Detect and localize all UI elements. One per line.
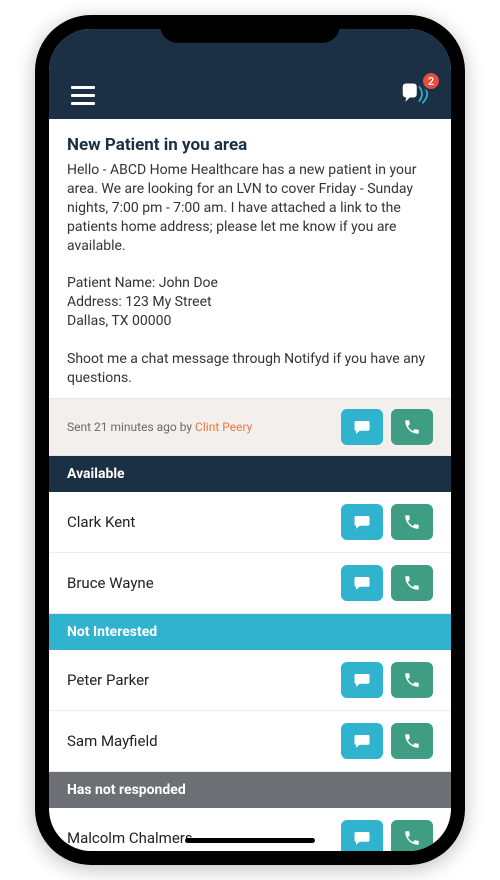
chat-icon xyxy=(353,513,371,531)
phone-icon xyxy=(403,513,421,531)
person-name: Sam Mayfield xyxy=(67,732,158,750)
phone-icon xyxy=(403,732,421,750)
message-body: Hello - ABCD Home Healthcare has a new p… xyxy=(67,161,433,388)
chat-icon xyxy=(353,732,371,750)
list-item: Clark Kent xyxy=(49,492,451,553)
sender-actions xyxy=(341,409,433,445)
call-button[interactable] xyxy=(391,409,433,445)
content-scroll[interactable]: New Patient in you area Hello - ABCD Hom… xyxy=(49,119,451,851)
section-header-not-interested: Not Interested xyxy=(49,614,451,650)
sent-text: Sent 21 minutes ago by Clint Peery xyxy=(67,420,252,434)
sender-link[interactable]: Clint Peery xyxy=(195,420,252,434)
message-card: New Patient in you area Hello - ABCD Hom… xyxy=(49,119,451,398)
person-name: Clark Kent xyxy=(67,513,135,531)
notifications-button[interactable]: 2 xyxy=(401,83,429,105)
person-name: Malcolm Chalmers xyxy=(67,829,193,847)
phone-screen: 2 New Patient in you area Hello - ABCD H… xyxy=(49,29,451,851)
chat-button[interactable] xyxy=(341,504,383,540)
call-button[interactable] xyxy=(391,565,433,601)
menu-button[interactable] xyxy=(71,86,95,105)
list-item: Bruce Wayne xyxy=(49,553,451,614)
chat-icon xyxy=(353,418,371,436)
chat-button[interactable] xyxy=(341,565,383,601)
call-button[interactable] xyxy=(391,723,433,759)
sent-bar: Sent 21 minutes ago by Clint Peery xyxy=(49,398,451,456)
chat-button[interactable] xyxy=(341,409,383,445)
chat-button[interactable] xyxy=(341,662,383,698)
chat-icon xyxy=(353,574,371,592)
notification-badge: 2 xyxy=(421,71,441,91)
phone-icon xyxy=(403,829,421,847)
person-name: Bruce Wayne xyxy=(67,574,154,592)
phone-frame: 2 New Patient in you area Hello - ABCD H… xyxy=(35,15,465,865)
call-button[interactable] xyxy=(391,662,433,698)
chat-button[interactable] xyxy=(341,820,383,851)
section-header-available: Available xyxy=(49,456,451,492)
phone-icon xyxy=(403,671,421,689)
call-button[interactable] xyxy=(391,820,433,851)
chat-icon xyxy=(353,829,371,847)
person-name: Peter Parker xyxy=(67,671,149,689)
call-button[interactable] xyxy=(391,504,433,540)
list-item: Sam Mayfield xyxy=(49,711,451,772)
list-item: Peter Parker xyxy=(49,650,451,711)
hamburger-icon xyxy=(71,86,95,89)
phone-icon xyxy=(403,418,421,436)
chat-icon xyxy=(353,671,371,689)
message-title: New Patient in you area xyxy=(67,135,433,155)
phone-notch xyxy=(160,15,340,43)
section-header-no-response: Has not responded xyxy=(49,772,451,808)
home-indicator xyxy=(185,838,315,843)
chat-button[interactable] xyxy=(341,723,383,759)
phone-icon xyxy=(403,574,421,592)
list-item: Malcolm Chalmers xyxy=(49,808,451,851)
